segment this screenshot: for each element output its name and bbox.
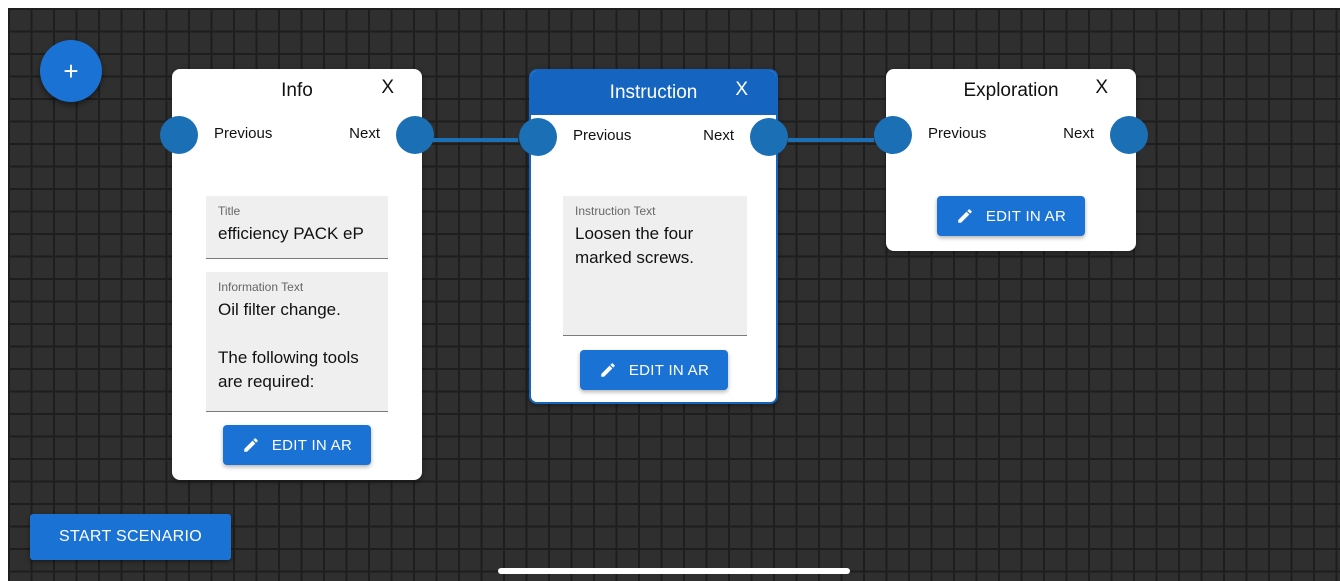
node-header: Info X bbox=[172, 69, 422, 113]
port-row: Previous Next bbox=[160, 113, 434, 157]
previous-port[interactable] bbox=[160, 116, 198, 154]
edit-label: EDIT IN AR bbox=[985, 207, 1067, 225]
edit-label: EDIT IN AR bbox=[628, 361, 710, 379]
field-value: efficiency PACK eP bbox=[218, 224, 364, 243]
pencil-icon bbox=[601, 363, 615, 377]
next-port[interactable] bbox=[1110, 116, 1148, 154]
edit-label: EDIT IN AR bbox=[271, 436, 353, 454]
edit-in-ar-button[interactable]: EDIT IN AR bbox=[223, 425, 371, 465]
next-port[interactable] bbox=[396, 116, 434, 154]
information-text-field[interactable]: Information Text Oil filter change. The … bbox=[206, 272, 388, 412]
next-label: Next bbox=[1063, 125, 1094, 142]
field-label: Instruction Text bbox=[575, 204, 656, 218]
title-field[interactable]: Title efficiency PACK eP bbox=[206, 196, 388, 259]
edit-in-ar-button[interactable]: EDIT IN AR bbox=[937, 196, 1085, 236]
field-label: Information Text bbox=[218, 280, 304, 294]
node-header: Instruction X bbox=[531, 71, 776, 115]
node-exploration[interactable]: Exploration X Previous Next EDIT IN AR bbox=[874, 69, 1148, 251]
field-value: Oil filter change. The following tools a… bbox=[218, 300, 359, 391]
node-title: Exploration bbox=[963, 80, 1059, 101]
pencil-icon bbox=[244, 438, 258, 452]
node-instruction[interactable]: Instruction X Previous Next Instruction … bbox=[519, 69, 788, 404]
close-node-button[interactable]: X bbox=[381, 77, 394, 99]
field-label: Title bbox=[218, 204, 241, 218]
close-node-button[interactable]: X bbox=[735, 79, 748, 101]
port-row: Previous Next bbox=[874, 113, 1148, 157]
node-info[interactable]: Info X Previous Next Title efficiency PA… bbox=[160, 69, 434, 480]
previous-port[interactable] bbox=[874, 116, 912, 154]
field-value: Loosen the four marked screws. bbox=[575, 224, 698, 267]
plus-icon: + bbox=[63, 55, 79, 86]
next-port[interactable] bbox=[750, 118, 788, 156]
previous-label: Previous bbox=[928, 125, 987, 142]
pencil-icon bbox=[958, 209, 972, 223]
next-label: Next bbox=[703, 127, 734, 144]
add-node-button[interactable]: + bbox=[40, 40, 102, 102]
close-node-button[interactable]: X bbox=[1095, 77, 1108, 99]
instruction-text-field[interactable]: Instruction Text Loosen the four marked … bbox=[563, 196, 747, 336]
port-row: Previous Next bbox=[519, 115, 788, 159]
node-header: Exploration X bbox=[886, 69, 1136, 113]
home-indicator bbox=[498, 568, 850, 574]
previous-label: Previous bbox=[214, 125, 273, 142]
start-scenario-button[interactable]: START SCENARIO bbox=[30, 514, 231, 560]
next-label: Next bbox=[349, 125, 380, 142]
previous-port[interactable] bbox=[519, 118, 557, 156]
node-title: Info bbox=[281, 80, 313, 101]
previous-label: Previous bbox=[573, 127, 632, 144]
edit-in-ar-button[interactable]: EDIT IN AR bbox=[580, 350, 728, 390]
node-title: Instruction bbox=[609, 82, 698, 103]
